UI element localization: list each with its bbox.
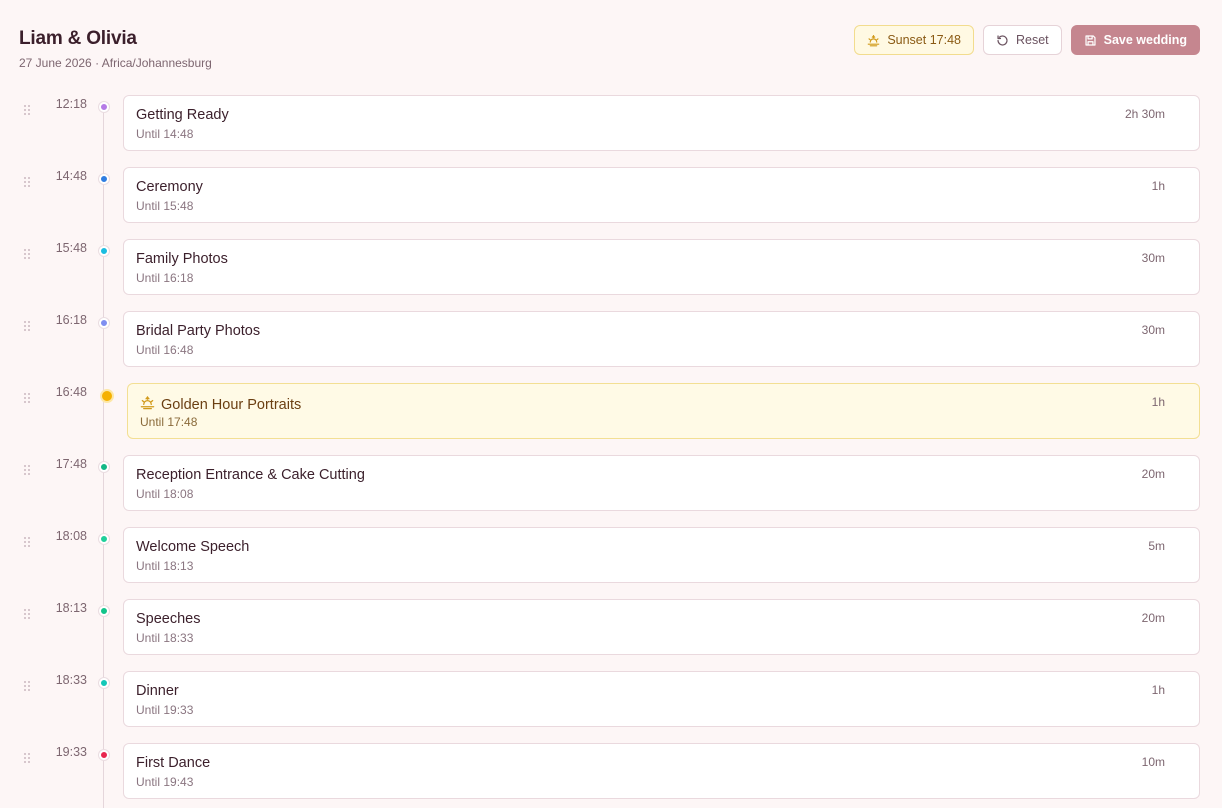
timeline-dot	[99, 606, 109, 616]
event-card[interactable]: Golden Hour Portraits Until 17:48 1h	[127, 383, 1200, 439]
event-duration: 10m	[1141, 755, 1165, 769]
event-until: Until 17:48	[140, 415, 198, 429]
event-title: Getting Ready	[136, 107, 229, 123]
event-duration: 30m	[1141, 323, 1165, 337]
event-card[interactable]: Family Photos Until 16:18 30m	[123, 239, 1200, 295]
event-title: Reception Entrance & Cake Cutting	[136, 467, 365, 483]
timeline-row: 18:08 Welcome Speech Until 18:13 5m	[0, 527, 1222, 583]
event-duration: 5m	[1148, 539, 1165, 553]
event-until: Until 16:18	[136, 271, 194, 285]
event-start-time: 19:33	[55, 745, 87, 759]
timeline-dot	[99, 246, 109, 256]
event-title-text: Welcome Speech	[136, 539, 250, 555]
event-title: Welcome Speech	[136, 539, 249, 555]
timeline-dot	[99, 318, 109, 328]
timeline-row: 16:48 Golden Hour Portraits Until 17:48 1h	[0, 383, 1222, 439]
event-title-text: Golden Hour Portraits	[161, 396, 302, 413]
timeline: 12:18 Getting Ready Until 14:48 2h 30m 14:48…	[0, 0, 1222, 808]
drag-handle-icon[interactable]	[24, 609, 32, 621]
event-until: Until 15:48	[136, 199, 194, 213]
event-card[interactable]: Reception Entrance & Cake Cutting Until 1…	[123, 455, 1200, 511]
event-title: Family Photos	[136, 251, 228, 267]
event-card[interactable]: Speeches Until 18:33 20m	[123, 599, 1200, 655]
timeline-dot	[99, 678, 109, 688]
timeline-row: 19:33 First Dance Until 19:43 10m	[0, 743, 1222, 799]
event-until: Until 19:43	[136, 775, 194, 789]
sunset-icon	[140, 395, 155, 414]
event-start-time: 18:13	[55, 601, 87, 615]
event-start-time: 18:08	[55, 529, 87, 543]
event-duration: 1h	[1151, 683, 1165, 697]
event-until: Until 14:48	[136, 127, 194, 141]
timeline-row: 15:48 Family Photos Until 16:18 30m	[0, 239, 1222, 295]
event-title-text: First Dance	[136, 755, 211, 771]
event-until: Until 16:48	[136, 343, 194, 357]
event-card[interactable]: Getting Ready Until 14:48 2h 30m	[123, 95, 1200, 151]
event-start-time: 17:48	[55, 457, 87, 471]
timeline-dot	[99, 534, 109, 544]
event-title: Dinner	[136, 683, 179, 699]
drag-handle-icon[interactable]	[24, 465, 32, 477]
event-title-text: Speeches	[136, 611, 201, 627]
event-title-text: Ceremony	[136, 179, 203, 195]
event-start-time: 12:18	[55, 97, 87, 111]
event-duration: 1h	[1151, 395, 1165, 409]
event-title: Golden Hour Portraits	[140, 395, 301, 414]
event-duration: 1h	[1151, 179, 1165, 193]
event-title: Ceremony	[136, 179, 203, 195]
timeline-row: 18:13 Speeches Until 18:33 20m	[0, 599, 1222, 655]
event-until: Until 19:33	[136, 703, 194, 717]
event-duration: 20m	[1141, 611, 1165, 625]
event-until: Until 18:33	[136, 631, 194, 645]
drag-handle-icon[interactable]	[24, 681, 32, 693]
event-until: Until 18:13	[136, 559, 194, 573]
event-card[interactable]: Dinner Until 19:33 1h	[123, 671, 1200, 727]
drag-handle-icon[interactable]	[24, 177, 32, 189]
event-title: Speeches	[136, 611, 201, 627]
event-card[interactable]: Bridal Party Photos Until 16:48 30m	[123, 311, 1200, 367]
timeline-row: 12:18 Getting Ready Until 14:48 2h 30m	[0, 95, 1222, 151]
event-title-text: Bridal Party Photos	[136, 323, 261, 339]
event-card[interactable]: Ceremony Until 15:48 1h	[123, 167, 1200, 223]
event-duration: 30m	[1141, 251, 1165, 265]
timeline-dot	[100, 389, 114, 403]
event-card[interactable]: Welcome Speech Until 18:13 5m	[123, 527, 1200, 583]
drag-handle-icon[interactable]	[24, 321, 32, 333]
event-title-text: Reception Entrance & Cake Cutting	[136, 467, 365, 483]
event-title: First Dance	[136, 755, 210, 771]
event-duration: 2h 30m	[1124, 107, 1165, 121]
drag-handle-icon[interactable]	[24, 249, 32, 261]
timeline-dot	[99, 102, 109, 112]
timeline-row: 17:48 Reception Entrance & Cake Cutting Un…	[0, 455, 1222, 511]
event-duration: 20m	[1141, 467, 1165, 481]
timeline-row: 14:48 Ceremony Until 15:48 1h	[0, 167, 1222, 223]
drag-handle-icon[interactable]	[24, 393, 32, 405]
timeline-row: 16:18 Bridal Party Photos Until 16:48 30m	[0, 311, 1222, 367]
timeline-dot	[99, 174, 109, 184]
event-start-time: 16:18	[55, 313, 87, 327]
event-card[interactable]: First Dance Until 19:43 10m	[123, 743, 1200, 799]
event-title-text: Family Photos	[136, 251, 228, 267]
drag-handle-icon[interactable]	[24, 105, 32, 117]
event-until: Until 18:08	[136, 487, 194, 501]
timeline-row: 18:33 Dinner Until 19:33 1h	[0, 671, 1222, 727]
event-start-time: 14:48	[55, 169, 87, 183]
timeline-dot	[99, 462, 109, 472]
timeline-dot	[99, 750, 109, 760]
event-title: Bridal Party Photos	[136, 323, 260, 339]
event-start-time: 16:48	[55, 385, 87, 399]
drag-handle-icon[interactable]	[24, 537, 32, 549]
event-title-text: Getting Ready	[136, 107, 229, 123]
event-start-time: 15:48	[55, 241, 87, 255]
event-title-text: Dinner	[136, 683, 179, 699]
drag-handle-icon[interactable]	[24, 753, 32, 765]
event-start-time: 18:33	[55, 673, 87, 687]
